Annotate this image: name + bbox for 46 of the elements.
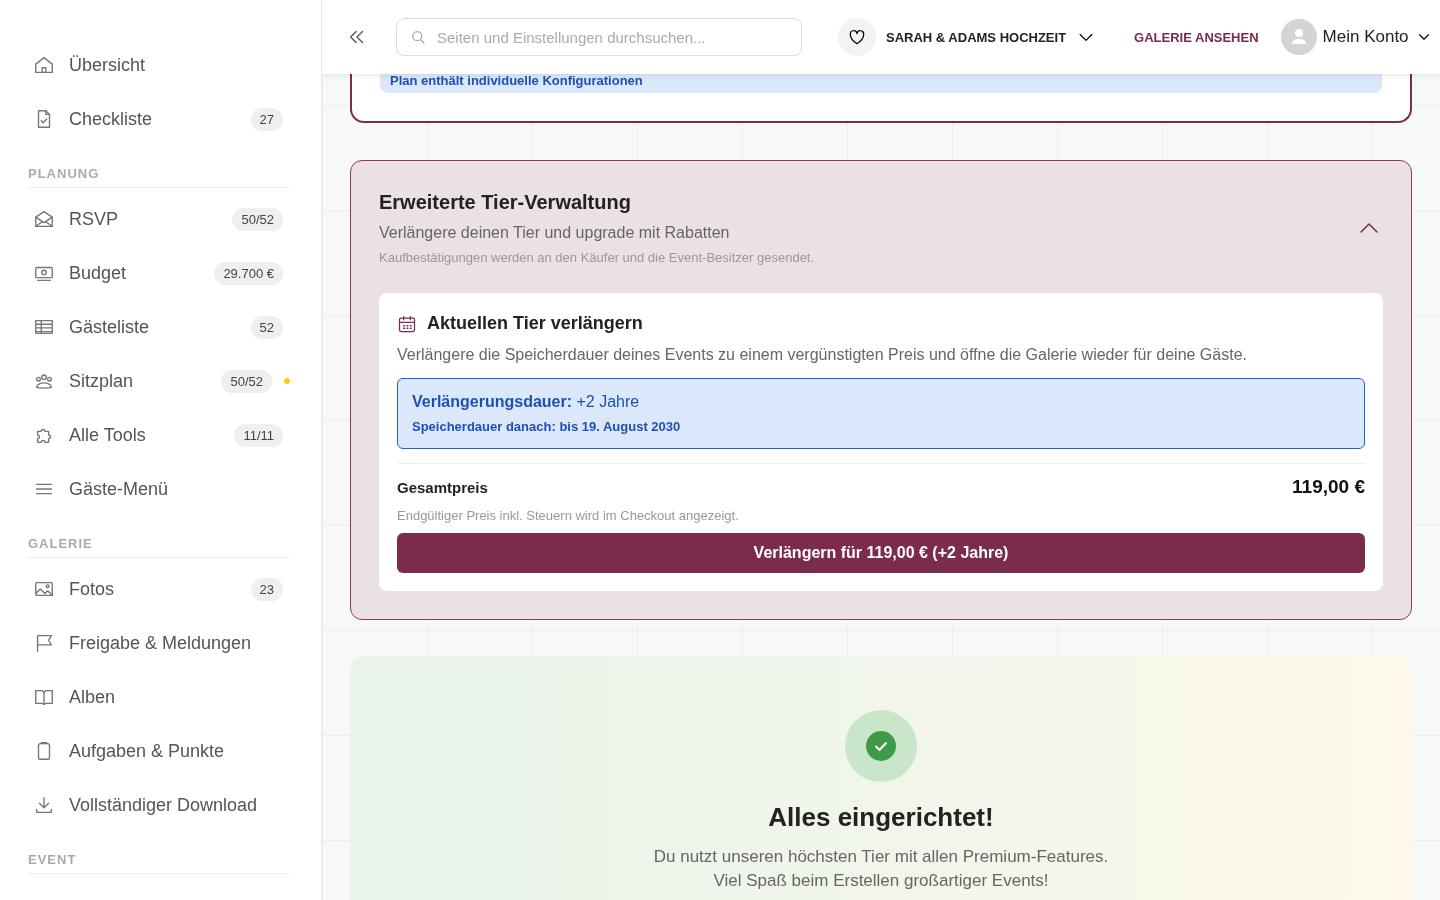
success-text: Viel Spaß beim Erstellen großartiger Events!	[713, 871, 1049, 891]
card-description: Verlängere die Speicherdauer deines Events zu einem vergünstigten Preis und öffne die Galerie wieder für deine Gäste.	[397, 346, 1248, 364]
card-title: Aktuellen Tier verlängern	[427, 313, 643, 334]
avatar-icon	[1280, 19, 1317, 55]
section-heading: PLANUNG	[28, 166, 289, 188]
section-title: Erweiterte Tier-Verwaltung	[379, 191, 632, 214]
sidebar-item[interactable]: Gästeliste 52	[28, 300, 289, 354]
duration-until: Speicherdauer danach: bis 19. August 2030	[412, 419, 682, 434]
home-icon	[33, 54, 55, 76]
event-selector[interactable]: SARAH & ADAMS HOCHZEIT	[838, 18, 1097, 56]
success-title: Alles eingerichtet!	[768, 802, 994, 833]
section-subtitle: Verlängere deinen Tier und upgrade mit Rabatten	[379, 224, 731, 242]
count-badge: 27	[250, 107, 283, 131]
account-menu[interactable]: Mein Konto	[1280, 19, 1433, 55]
section-heading: EVENT	[28, 852, 289, 874]
sidebar-item[interactable]: Alben	[28, 670, 289, 724]
search-field[interactable]: Seiten und Einstellungen durchsuchen...	[396, 18, 802, 56]
sidebar-item[interactable]: Vollständiger Download	[28, 778, 289, 832]
duration-text: Verlängerungsdauer: +2 Jahre	[412, 393, 641, 411]
view-gallery-link[interactable]: GALERIE ANSEHEN	[1134, 29, 1259, 45]
sidebar-item[interactable]: Checkliste 27	[28, 92, 289, 146]
sidebar-item[interactable]: Freigabe & Meldungen	[28, 616, 289, 670]
count-badge: 50/52	[221, 369, 272, 393]
section-heading: GALERIE	[28, 536, 289, 558]
total-label: Gesamtpreis	[397, 478, 488, 496]
section-hint: Kaufbestätigungen werden an den Käufer und die Event-Besitzer gesendet.	[379, 250, 815, 265]
calendar-icon	[397, 313, 417, 334]
sidebar-item[interactable]: Aufgaben & Punkte	[28, 724, 289, 778]
sidebar-item[interactable]: Budget 29.700 €	[28, 246, 289, 300]
sidebar-item[interactable]: RSVP 50/52	[28, 192, 289, 246]
sidebar-item[interactable]: Fotos 23	[28, 562, 289, 616]
count-badge: 50/52	[232, 207, 283, 231]
success-text: Du nutzt unseren höchsten Tier mit allen Premium-Features.	[653, 847, 1109, 867]
count-badge: 11/11	[234, 423, 283, 447]
tax-note: Endgültiger Preis inkl. Steuern wird im Checkout angezeigt.	[397, 508, 740, 523]
download-icon	[33, 794, 55, 816]
sidebar-item[interactable]: Übersicht	[28, 38, 289, 92]
sidebar-item[interactable]: Gäste-Menü	[28, 462, 289, 516]
sidebar-item[interactable]: Alle Tools 11/11	[28, 408, 289, 462]
count-badge: 29.700 €	[214, 261, 283, 285]
envelope-icon	[33, 208, 55, 230]
count-badge: 52	[250, 315, 283, 339]
count-badge: 23	[250, 577, 283, 601]
sidebar-item[interactable]: Sitzplan 50/52	[28, 354, 289, 408]
total-price: 119,00 €	[1292, 476, 1365, 498]
extend-button[interactable]: Verlängern für 119,00 € (+2 Jahre)	[397, 533, 1365, 573]
